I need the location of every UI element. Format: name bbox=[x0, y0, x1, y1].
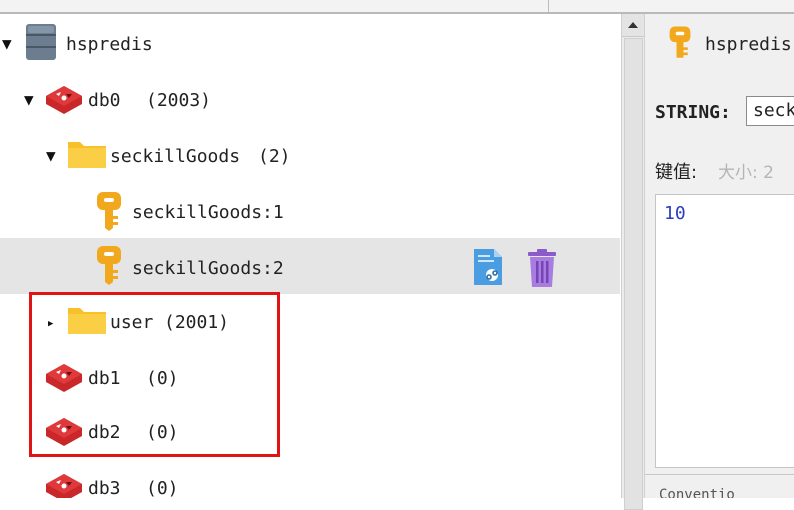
tree-row-connection[interactable]: ▼ hspredis bbox=[0, 16, 620, 72]
server-icon bbox=[26, 24, 56, 60]
key-icon bbox=[97, 192, 121, 231]
tree-row-key[interactable]: seckillGoods:1 bbox=[0, 184, 620, 240]
tree-row-db3[interactable]: db3 (0) bbox=[0, 464, 620, 498]
key-type-label: STRING: bbox=[655, 102, 731, 123]
tree-row-db0[interactable]: ▼ db0 (2003) bbox=[0, 72, 620, 128]
copy-document-icon[interactable] bbox=[470, 247, 506, 287]
scroll-up-button[interactable] bbox=[622, 14, 644, 37]
folder-count: (2) bbox=[258, 146, 291, 167]
key-label: seckillGoods:1 bbox=[132, 202, 284, 223]
value-editor[interactable]: 10 bbox=[655, 194, 794, 468]
db0-count: (2003) bbox=[146, 90, 212, 111]
key-icon bbox=[669, 26, 691, 58]
value-label: 键值: bbox=[655, 162, 698, 183]
redis-icon bbox=[46, 86, 82, 114]
tree-row-key-selected[interactable]: seckillGoods:2 bbox=[0, 238, 620, 294]
highlight-annotation-box bbox=[29, 292, 280, 457]
bottom-section-label: Conventio bbox=[645, 474, 794, 498]
trash-icon[interactable] bbox=[526, 248, 558, 288]
size-label: 大小: 2 bbox=[718, 163, 774, 183]
db3-count: (0) bbox=[146, 478, 179, 499]
tree-scrollbar[interactable] bbox=[621, 14, 645, 510]
key-name-field[interactable]: seck bbox=[746, 96, 794, 126]
key-label: seckillGoods:2 bbox=[132, 258, 284, 279]
triangle-up-icon bbox=[628, 22, 638, 28]
redis-icon bbox=[46, 474, 82, 498]
db3-label: db3 bbox=[88, 478, 121, 499]
toolbar-separator bbox=[548, 0, 549, 12]
connection-label: hspredis bbox=[66, 34, 153, 55]
value-text: 10 bbox=[664, 203, 686, 224]
folder-label: seckillGoods bbox=[110, 146, 241, 167]
detail-title: hspredis bbox=[705, 34, 792, 55]
db0-label: db0 bbox=[88, 90, 121, 111]
folder-icon bbox=[68, 142, 106, 168]
expand-arrow-icon[interactable]: ▼ bbox=[46, 146, 56, 165]
expand-arrow-icon[interactable]: ▼ bbox=[24, 90, 34, 109]
scroll-thumb[interactable] bbox=[624, 38, 643, 510]
expand-arrow-icon[interactable]: ▼ bbox=[2, 34, 12, 53]
key-detail-panel: hspredis STRING: seck 键值: 大小: 2 10 Conve… bbox=[645, 14, 794, 498]
tree-row-folder-seckillGoods[interactable]: ▼ seckillGoods (2) bbox=[0, 128, 620, 184]
key-icon bbox=[97, 246, 121, 285]
top-toolbar-edge bbox=[0, 0, 794, 14]
